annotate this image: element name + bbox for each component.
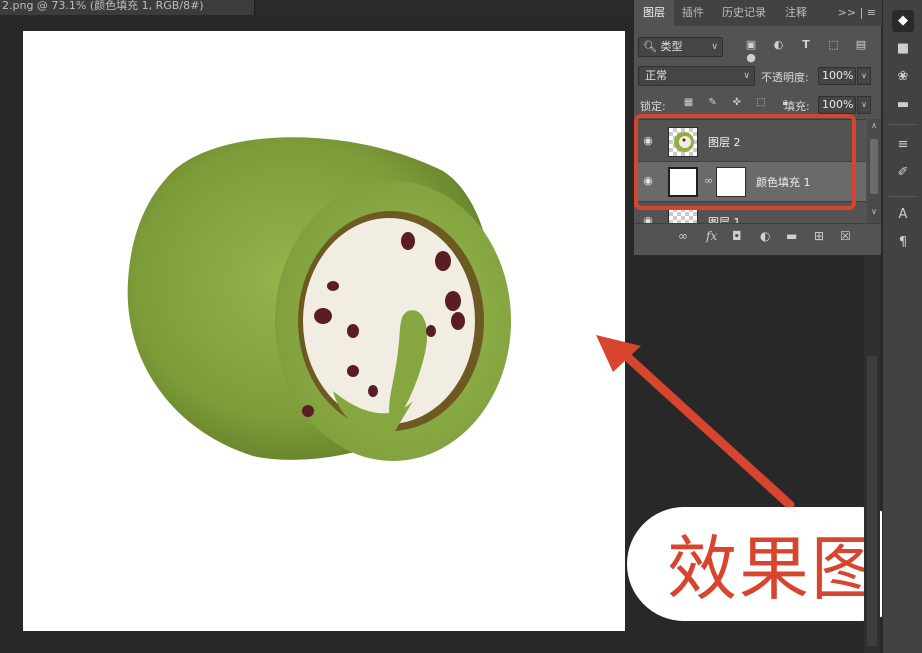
add-mask-icon[interactable]: ◘	[732, 229, 742, 243]
lock-label: 锁定:	[640, 100, 666, 113]
scroll-down-icon[interactable]: ∨	[867, 207, 881, 216]
opacity-input[interactable]: 100%	[818, 67, 856, 85]
lock-paint-icon[interactable]: ✎	[702, 97, 723, 108]
link-layers-icon[interactable]: ∞	[678, 229, 688, 243]
scrollbar-thumb[interactable]	[870, 139, 878, 194]
tab-plugins[interactable]: 插件	[674, 0, 712, 26]
lock-artboard-icon[interactable]: ⬚	[751, 97, 772, 108]
lock-transparency-icon[interactable]: ▦	[678, 97, 699, 108]
new-layer-icon[interactable]: ⊞	[814, 229, 824, 243]
search-icon: 🔍︎	[643, 40, 657, 53]
layers-bottom-toolbar: ∞ fx ◘ ◐ ▬ ⊞ ☒	[634, 223, 882, 250]
paragraph-icon[interactable]: ¶	[892, 232, 914, 254]
filter-kind-label: 类型	[660, 40, 683, 53]
type-filter-icon[interactable]: T	[794, 38, 818, 51]
paths-icon[interactable]: ❀	[892, 66, 914, 88]
scroll-up-icon[interactable]: ∧	[867, 121, 881, 130]
brush-icon[interactable]: ✐	[892, 162, 914, 184]
comment-icon[interactable]: ▬	[892, 94, 914, 116]
opacity-label: 不透明度:	[761, 71, 809, 84]
character-icon[interactable]: A	[892, 204, 914, 226]
layers-icon[interactable]: ◆	[892, 10, 914, 32]
caption-effect-label: 效果图	[667, 528, 883, 610]
shape-filter-icon[interactable]: ⬚	[822, 38, 846, 51]
fx-icon[interactable]: fx	[706, 229, 717, 243]
right-panel-strip: ◆ ■ ❀ ▬ ≡ ✐ A ¶	[882, 0, 922, 653]
channels-icon[interactable]: ■	[892, 38, 914, 60]
trash-icon[interactable]: ☒	[840, 229, 851, 243]
separator	[889, 196, 917, 197]
filter-icons: ▣ ◐ T ⬚ ▤ ●	[739, 38, 881, 64]
chevron-down-icon: ∨	[711, 42, 718, 52]
lock-position-icon[interactable]: ✜	[726, 97, 747, 108]
tab-history[interactable]: 历史记录	[714, 0, 774, 26]
blend-mode-select[interactable]: 正常 ∨	[638, 66, 755, 86]
lock-icons: ▦ ✎ ✜ ⬚ 🔒︎	[678, 97, 796, 108]
panel-menu-icon[interactable]: >> | ≡	[838, 0, 876, 26]
image-filter-icon[interactable]: ▣	[739, 38, 763, 51]
blend-mode-value: 正常	[645, 69, 667, 82]
separator	[889, 124, 917, 125]
panel-tabs: 图层 插件 历史记录 注释 >> | ≡	[634, 0, 882, 26]
adjustment-filter-icon[interactable]: ◐	[767, 38, 791, 51]
brush-settings-icon[interactable]: ≡	[892, 134, 914, 156]
fill-label: 填充:	[784, 100, 810, 113]
opacity-dropdown-icon[interactable]: ∨	[857, 67, 871, 85]
layers-scrollbar[interactable]: ∧ ∨	[867, 119, 881, 223]
new-adjustment-layer-icon[interactable]: ◐	[760, 229, 770, 243]
highlight-box	[634, 114, 856, 210]
filter-toggle-icon[interactable]: ●	[739, 51, 763, 64]
vertical-scrollbar[interactable]	[867, 356, 877, 646]
tab-notes[interactable]: 注释	[776, 0, 816, 26]
smart-object-filter-icon[interactable]: ▤	[849, 38, 873, 51]
filter-kind-select[interactable]: 🔍︎ 类型 ∨	[638, 37, 723, 57]
fill-input[interactable]: 100%	[818, 96, 856, 114]
tab-layers[interactable]: 图层	[634, 0, 674, 26]
chevron-down-icon: ∨	[743, 71, 750, 81]
folder-icon[interactable]: ▬	[786, 229, 797, 243]
fill-dropdown-icon[interactable]: ∨	[857, 96, 871, 114]
canvas-gutter	[864, 256, 880, 653]
